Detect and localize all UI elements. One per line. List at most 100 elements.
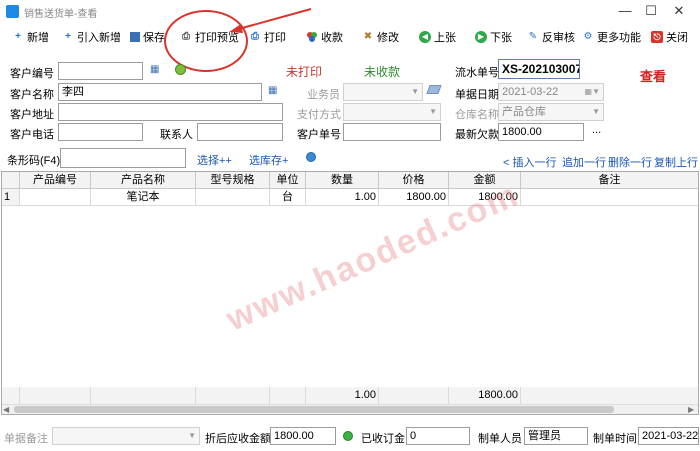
- delete-row-link[interactable]: 删除一行: [608, 154, 652, 170]
- unaudit-icon: ✎: [528, 31, 538, 42]
- warehouse-value: 产品仓库: [502, 106, 546, 118]
- arrow-right-icon: ▶: [475, 31, 487, 43]
- app-icon: [6, 5, 19, 18]
- toolbar: + 新增 + 引入新增 保存 ⎙ 打印预览 ⎙ 打印 收款 ✖ 修改 ◀ 上张 …: [0, 26, 700, 50]
- cell-spec[interactable]: [196, 189, 270, 206]
- chevron-down-icon: ▼: [411, 87, 419, 96]
- next-button[interactable]: ▶ 下张: [475, 26, 512, 48]
- customer-phone-field[interactable]: [58, 123, 143, 141]
- date-label: 单据日期: [455, 89, 499, 101]
- scrollbar-thumb[interactable]: [14, 406, 614, 413]
- latest-debt-label: 最新欠款: [455, 129, 499, 141]
- save-label: 保存: [143, 32, 165, 44]
- globe-icon[interactable]: [306, 152, 316, 162]
- cell-qty[interactable]: 1.00: [306, 189, 379, 206]
- make-time-field[interactable]: 2021-03-22: [638, 427, 699, 445]
- eraser-icon[interactable]: [426, 85, 442, 94]
- prev-button[interactable]: ◀ 上张: [419, 26, 456, 48]
- footer-cell: [20, 387, 91, 404]
- make-time-label: 制单时间: [593, 433, 637, 445]
- scroll-right-icon[interactable]: ▶: [688, 405, 694, 414]
- warehouse-select[interactable]: 产品仓库 ▼: [498, 103, 604, 121]
- more-label: 更多功能: [597, 32, 641, 44]
- salesperson-select[interactable]: ▼: [343, 83, 423, 101]
- column-header[interactable]: 备注: [521, 172, 698, 189]
- serial-label: 流水单号: [455, 67, 499, 79]
- maker-field[interactable]: 管理员: [524, 427, 588, 445]
- receivable-field[interactable]: 1800.00: [270, 427, 336, 445]
- footer-cell: [270, 387, 306, 404]
- chevron-down-icon: ▼: [429, 107, 437, 116]
- receivable-label: 折后应收金额: [205, 433, 271, 445]
- customer-order-field[interactable]: [343, 123, 441, 141]
- cell-price[interactable]: 1800.00: [379, 189, 449, 206]
- footer-cell: [196, 387, 270, 404]
- select-stock-link[interactable]: 选库存+: [249, 152, 288, 168]
- pay-method-label: 支付方式: [297, 109, 341, 121]
- arrow-left-icon: ◀: [419, 31, 431, 43]
- plus-icon: +: [15, 31, 21, 42]
- unaudit-button[interactable]: ✎ 反审核: [527, 26, 575, 48]
- date-field[interactable]: 2021-03-22 ▦▼: [498, 83, 604, 101]
- column-header[interactable]: 型号规格: [196, 172, 270, 189]
- column-header[interactable]: 数量: [306, 172, 379, 189]
- cell-name[interactable]: 笔记本: [91, 189, 196, 206]
- minimize-button[interactable]: —: [614, 2, 636, 20]
- barcode-field[interactable]: [60, 148, 186, 168]
- remark-select[interactable]: ▼: [52, 427, 200, 445]
- more-dots-button[interactable]: ...: [592, 124, 601, 136]
- lookup-icon[interactable]: ▦: [150, 64, 159, 75]
- customer-phone-label: 客户电话: [10, 129, 54, 141]
- deposit-label: 已收订金: [361, 433, 405, 445]
- insert-row-link[interactable]: < 插入一行: [503, 154, 556, 170]
- import-new-button[interactable]: + 引入新增: [62, 26, 121, 48]
- column-header[interactable]: 单位: [270, 172, 306, 189]
- pay-method-select[interactable]: ▼: [343, 103, 441, 121]
- calendar-icon: ▦▼: [584, 87, 600, 96]
- footer-qty-total: 1.00: [306, 387, 379, 404]
- close-button[interactable]: ⎋ 关闭: [651, 26, 688, 48]
- scroll-left-icon[interactable]: ◀: [3, 405, 9, 414]
- new-label: 新增: [27, 32, 49, 44]
- contact-field[interactable]: [197, 123, 283, 141]
- annotation-arrow: [229, 8, 312, 33]
- customer-addr-label: 客户地址: [10, 109, 54, 121]
- customer-no-field[interactable]: [58, 62, 143, 80]
- cell-unit[interactable]: 台: [270, 189, 306, 206]
- close-window-button[interactable]: ✕: [668, 2, 690, 20]
- customer-name-field[interactable]: 李四: [58, 83, 262, 101]
- select-plus-link[interactable]: 选择++: [197, 152, 232, 168]
- customer-lookup-icon[interactable]: ▦: [268, 85, 277, 96]
- row-index: 1: [2, 189, 20, 206]
- tools-icon: ✖: [363, 31, 373, 42]
- title-bar: 销售送货单-查看 — ☐ ✕: [0, 0, 700, 24]
- copy-row-link[interactable]: 复制上行: [654, 154, 698, 170]
- close-label: 关闭: [666, 32, 688, 44]
- window-title: 销售送货单-查看: [24, 9, 98, 20]
- column-header[interactable]: 产品编号: [20, 172, 91, 189]
- append-row-link[interactable]: 追加一行: [562, 154, 606, 170]
- modify-label: 修改: [377, 32, 399, 44]
- new-button[interactable]: + 新增: [12, 26, 49, 48]
- latest-debt-field[interactable]: 1800.00: [498, 123, 584, 141]
- import-new-label: 引入新增: [77, 32, 121, 44]
- salesperson-label: 业务员: [307, 89, 340, 101]
- cell-code[interactable]: [20, 189, 91, 206]
- column-header[interactable]: 价格: [379, 172, 449, 189]
- more-button[interactable]: ⚙ 更多功能: [582, 26, 641, 48]
- save-button[interactable]: 保存: [130, 26, 165, 48]
- refresh-icon[interactable]: [175, 64, 186, 75]
- footer-cell: [91, 387, 196, 404]
- cell-note[interactable]: [521, 189, 698, 206]
- deposit-field[interactable]: 0: [406, 427, 470, 445]
- horizontal-scrollbar[interactable]: ◀ ▶: [2, 404, 698, 414]
- serial-field[interactable]: XS-202103007: [498, 59, 580, 79]
- maximize-button[interactable]: ☐: [640, 2, 662, 20]
- modify-button[interactable]: ✖ 修改: [362, 26, 399, 48]
- contact-label: 联系人: [160, 129, 193, 141]
- customer-addr-field[interactable]: [58, 103, 283, 121]
- column-header[interactable]: 产品名称: [91, 172, 196, 189]
- remark-label: 单据备注: [4, 433, 48, 445]
- product-grid: 产品编号 产品名称 型号规格 单位 数量 价格 金额 备注 1 笔记本 台 1.…: [1, 171, 699, 415]
- print-status: 未打印: [286, 65, 323, 79]
